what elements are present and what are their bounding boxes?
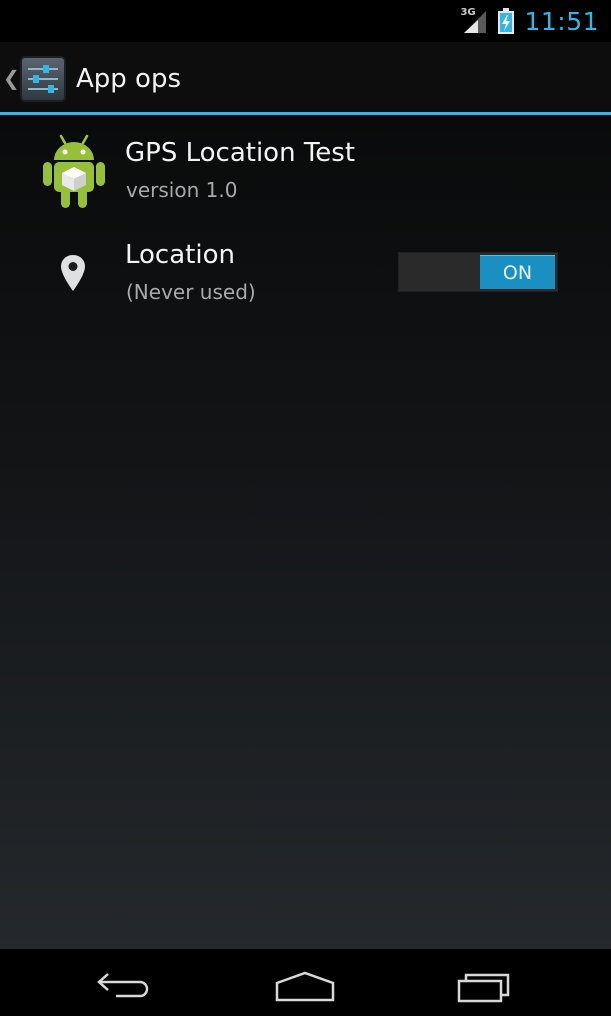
- toggle-state-label: ON: [502, 261, 533, 284]
- op-usage-status: (Never used): [126, 280, 256, 304]
- home-icon[interactable]: [274, 969, 336, 1003]
- page-title: App ops: [76, 64, 182, 94]
- action-bar-divider: [0, 112, 611, 115]
- toggle-thumb: ON: [480, 255, 555, 289]
- back-icon[interactable]: [96, 969, 154, 999]
- up-caret-icon: ❮: [3, 66, 20, 90]
- app-version: version 1.0: [126, 178, 238, 202]
- status-clock: 11:51: [524, 6, 599, 36]
- action-bar: ❮ App ops: [0, 42, 611, 115]
- signal-icon: 3G: [460, 7, 488, 35]
- status-icons: 3G 11:51: [460, 6, 599, 36]
- android-icon: [43, 134, 105, 208]
- battery-charging-icon: [498, 8, 515, 34]
- op-row-location[interactable]: Location (Never used) ON: [0, 232, 611, 312]
- app-header: GPS Location Test version 1.0: [0, 128, 611, 218]
- app-name: GPS Location Test: [125, 138, 356, 168]
- location-pin-icon: [61, 255, 85, 291]
- location-toggle-switch[interactable]: ON: [398, 252, 558, 292]
- status-bar: 3G 11:51: [0, 0, 611, 42]
- op-label: Location: [125, 240, 235, 270]
- recent-apps-icon[interactable]: [456, 969, 516, 1003]
- settings-sliders-icon: [20, 56, 66, 102]
- navigation-bar: [0, 949, 611, 1016]
- network-type-label: 3G: [460, 7, 476, 18]
- main-content: ❮ App ops GPS Location Test version 1.0 …: [0, 42, 611, 949]
